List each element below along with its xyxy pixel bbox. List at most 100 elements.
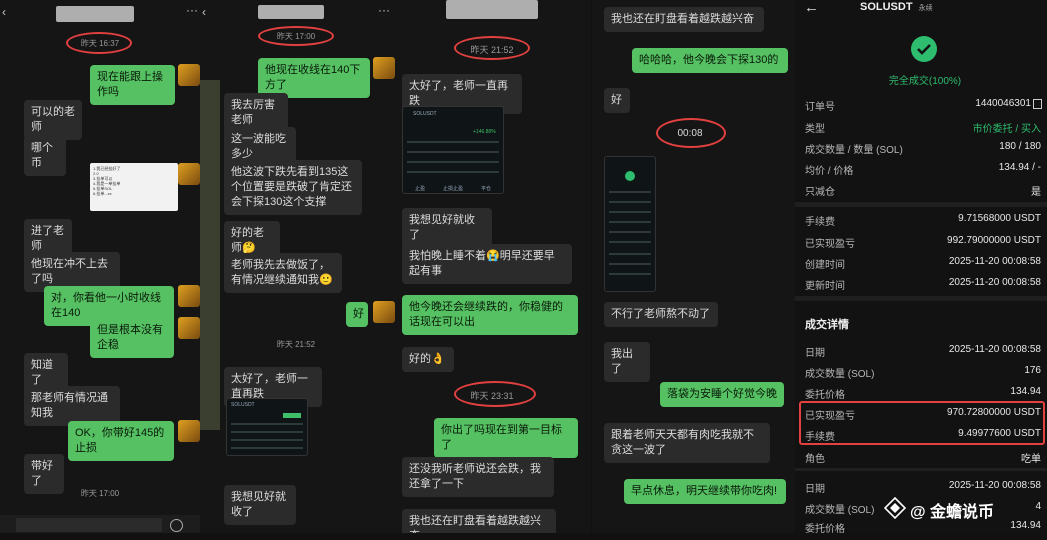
thumb-row (231, 439, 303, 441)
message-bubble: 我想见好就收了 (224, 485, 296, 525)
diamond-logo-icon (884, 497, 906, 519)
row-key: 更新时间 (805, 281, 845, 292)
divider (795, 468, 1047, 471)
arrow-left-icon[interactable]: ← (804, 0, 819, 16)
message-input[interactable] (16, 518, 162, 532)
contact-name-blurred (258, 5, 324, 19)
order-row: 创建时间 2025-11-20 00:08:58 (805, 256, 1043, 276)
row-value: 134.94 / - (998, 162, 1041, 173)
row-key: 日期 (805, 348, 825, 359)
message-bubble: 哈哈哈，他今晚会下探130的 (632, 48, 788, 73)
timestamp-highlight (656, 118, 726, 148)
timestamp-highlight (66, 32, 132, 54)
row-key: 类型 (805, 124, 825, 135)
chat-panel-1: ‹ ··· 昨天 16:37 现在能跟上操作吗 可以的老师 哪个币 1.我已经挂… (0, 0, 200, 533)
row-value: 吃单 (1021, 454, 1041, 465)
avatar (373, 301, 395, 323)
card-row (407, 171, 499, 173)
order-title: SOLUSDT 永续 (860, 1, 1000, 13)
row-key: 手续费 (805, 432, 835, 443)
row-value: 市价委托 / 买入 (972, 124, 1041, 135)
thumb-row (609, 231, 651, 233)
row-key: 委托价格 (805, 390, 845, 401)
trade-screenshot-thumbnail: SOLUSDT +146.88% 止盈 止损止盈 平仓 (402, 106, 504, 194)
timestamp-highlight (454, 36, 530, 60)
row-value: 2025-11-20 00:08:58 (948, 480, 1041, 491)
row-value[interactable]: 1440046301 (975, 98, 1031, 109)
copy-icon[interactable] (1033, 99, 1042, 109)
row-key: 订单号 (805, 102, 835, 113)
message-bubble: 可以的老师 (24, 100, 82, 140)
back-arrow-icon[interactable]: ‹ (202, 5, 206, 19)
row-value: 2025-11-20 00:08:58 (948, 256, 1041, 267)
thumb-pnl-mark (283, 413, 301, 418)
message-bubble: 老师我先去做饭了，有情况继续通知我🙂 (224, 253, 342, 293)
order-row: 订单号 1440046301 (805, 98, 1043, 118)
message-bubble: 还没我听老师说还会跌，我还拿了一下 (402, 457, 554, 497)
detail-row: 日期 2025-11-20 00:08:58 (805, 344, 1043, 364)
detail-row: 成交数量 (SOL) 176 (805, 365, 1043, 385)
card-button: 止盈 (415, 186, 426, 192)
avatar (178, 317, 200, 339)
row-key: 只减仓 (805, 187, 835, 198)
back-arrow-icon[interactable]: ‹ (2, 5, 6, 19)
order-row: 更新时间 2025-11-20 00:08:58 (805, 277, 1043, 297)
order-row: 成交数量 / 数量 (SOL) 180 / 180 (805, 141, 1043, 161)
message-bubble: 好的👌 (402, 347, 454, 372)
card-row (407, 141, 499, 143)
row-key: 成交数量 (SOL) (805, 505, 875, 516)
row-value: 992.79000000 USDT (947, 235, 1041, 246)
more-icon[interactable]: ··· (186, 3, 198, 17)
row-key: 已实现盈亏 (805, 239, 855, 250)
message-bubble: OK，你带好145的止损 (68, 421, 174, 461)
phone-screenshot-thumbnail (604, 156, 656, 292)
thumb-row (231, 447, 303, 449)
chat-panel-4: 我也还在盯盘看着越跌越兴奋 哈哈哈，他今晚会下探130的 好 00:08 不行了… (592, 0, 795, 533)
emoji-icon[interactable] (170, 519, 183, 532)
row-key: 角色 (805, 454, 825, 465)
thumb-row (231, 423, 303, 425)
thumb-pair: SOLUSDT (231, 402, 255, 408)
message-bubble: 我也还在盯盘看着越跌越兴奋 (402, 509, 556, 533)
thumb-row (609, 253, 651, 255)
contact-name-blurred (56, 6, 134, 22)
card-pnl: +146.88% (473, 129, 496, 135)
row-key: 手续费 (805, 217, 835, 228)
message-bubble: 哪个币 (24, 136, 66, 176)
divider (795, 202, 1047, 207)
detail-row: 手续费 9.49977600 USDT (805, 428, 1043, 448)
order-status: 完全成交(100%) (888, 76, 962, 87)
photo-note: 1.我已经挂好了 2.0 3.挂单可以 4.我是一单挂单 5.挂单SOL 6.挂… (90, 163, 178, 211)
message-bubble: 现在能跟上操作吗 (90, 65, 175, 105)
trade-screenshot-thumbnail: SOLUSDT (226, 398, 308, 456)
order-pair: SOLUSDT (860, 1, 913, 13)
chat-panel-3: 昨天 21:52 太好了，老师一直再跌 SOLUSDT +146.88% 止盈 … (398, 0, 591, 533)
order-type-suffix: 永续 (918, 5, 933, 12)
order-row: 类型 市价委托 / 买入 (805, 120, 1043, 140)
message-bubble: 带好了 (24, 454, 64, 494)
order-row: 已实现盈亏 992.79000000 USDT (805, 235, 1043, 255)
message-bubble: 但是根本没有企稳 (90, 318, 174, 358)
card-row (407, 161, 499, 163)
note-line: 6.挂单...xx (93, 191, 112, 196)
message-bubble: 好 (346, 302, 368, 327)
message-bubble: 他这波下跌先看到135这个位置要是跌破了肯定还会下探130这个支撑 (224, 160, 362, 215)
avatar (178, 285, 200, 307)
row-value: 9.71568000 USDT (958, 213, 1041, 224)
message-bubble: 早点休息，明天继续带你吃肉! (624, 479, 786, 504)
avatar (178, 420, 200, 442)
thumb-row (609, 191, 651, 193)
success-check-mark (625, 171, 635, 181)
more-icon[interactable]: ··· (378, 3, 390, 17)
divider (795, 296, 1047, 301)
message-bubble: 那老师有情况通知我 (24, 386, 120, 426)
message-bubble: 落袋为安睡个好觉今晚 (660, 382, 784, 407)
card-pair: SOLUSDT (413, 111, 437, 117)
row-value: 134.94 (1010, 520, 1041, 531)
message-bubble: 我怕晚上睡不着😭明早还要早起有事 (402, 244, 572, 284)
row-value: 970.72800000 USDT (947, 407, 1041, 418)
avatar (178, 64, 200, 86)
watermark: @ 金蟾说币 (884, 496, 1044, 521)
message-bubble: 我想见好就收了 (402, 208, 492, 248)
detail-row: 委托价格 134.94 (805, 520, 1043, 540)
